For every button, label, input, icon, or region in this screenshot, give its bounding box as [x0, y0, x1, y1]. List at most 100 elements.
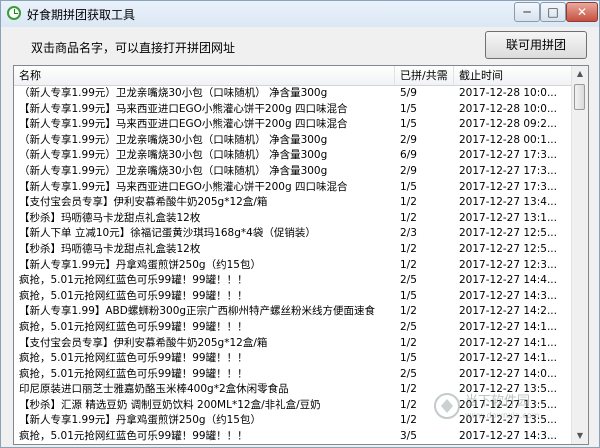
product-name-cell: 【秒杀】玛呖德马卡龙甜点礼盒装12枚	[19, 242, 201, 255]
joined-ratio-cell: 1/2	[400, 336, 417, 349]
deadline-cell: 2017-12-28 00:1...	[459, 133, 557, 146]
scroll-down-arrow-icon[interactable]: ▼	[572, 428, 588, 444]
product-name-cell: （新人专享1.99元）卫龙亲嘴烧30小包（口味随机） 净含量300g	[19, 164, 328, 177]
deadline-cell: 2017-12-27 12:3...	[459, 258, 557, 271]
deadline-cell: 2017-12-27 14:3...	[459, 289, 557, 302]
app-window: 好食期拼团获取工具 ─ □ ✕ 双击商品名字，可以直接打开拼团网址 联可用拼团 …	[0, 0, 600, 448]
deadline-cell: 2017-12-28 10:0...	[459, 87, 557, 99]
group-list[interactable]: 名称 已拼/共需 截止时间 （新人专享1.99元）卫龙亲嘴烧30小包（口味随机）…	[13, 65, 589, 445]
joined-ratio-cell: 1/2	[400, 398, 417, 411]
deadline-cell: 2017-12-27 12:5...	[459, 242, 557, 255]
scroll-up-arrow-icon[interactable]: ▲	[572, 66, 588, 82]
product-name-cell: 【新人专享1.99元】丹拿鸡蛋煎饼250g（约15包）	[19, 414, 261, 427]
joined-ratio-cell: 2/9	[400, 164, 417, 177]
table-row[interactable]: 疯抢，5.01元抢网红蓝色可乐99罐！99罐！！！ 1/5 2017-12-27 1…	[14, 351, 574, 367]
product-name-cell: 疯抢，5.01元抢网红蓝色可乐99罐！99罐！！！	[19, 274, 248, 287]
table-row[interactable]: 疯抢，5.01元抢网红蓝色可乐99罐！99罐！！！ 2/5 2017-12-27 1…	[14, 273, 574, 289]
table-row[interactable]: （新人专享1.99元）卫龙亲嘴烧30小包（口味随机） 净含量300g 6/9 201…	[14, 148, 574, 164]
table-row[interactable]: 【支付宝会员专享】伊利安慕希酸牛奶205g*12盒/箱 1/2 2017-12-27…	[14, 195, 574, 211]
minimize-button[interactable]: ─	[514, 2, 540, 22]
column-header-name[interactable]: 名称	[14, 66, 395, 85]
product-name-cell: （新人专享1.99元）卫龙亲嘴烧30小包（口味随机） 净含量300g	[19, 133, 328, 146]
table-row[interactable]: 疯抢，5.01元抢网红蓝色可乐99罐！99罐！！！ 2/5 2017-12-27 1…	[14, 367, 574, 383]
table-row[interactable]: 【新人专享1.99元】马来西亚进口EGO小熊灌心饼干200g 四口味混合 1/5 2…	[14, 180, 574, 196]
close-button[interactable]: ✕	[566, 2, 598, 22]
table-row[interactable]: （新人专享1.99元）卫龙亲嘴烧30小包（口味随机） 净含量300g 2/9 201…	[14, 164, 574, 180]
joined-ratio-cell: 1/2	[400, 383, 417, 396]
column-header-deadline[interactable]: 截止时间	[454, 66, 574, 85]
joined-ratio-cell: 1/5	[400, 102, 417, 115]
table-row[interactable]: 【秒杀】汇源 精选豆奶 调制豆奶饮料 200ML*12盒/非礼盒/豆奶 1/2 20…	[14, 398, 574, 414]
joined-ratio-cell: 1/2	[400, 211, 417, 224]
deadline-cell: 2017-12-28 09:2...	[459, 118, 557, 131]
table-row[interactable]: 【支付宝会员专享】伊利安慕希酸牛奶205g*12盒/箱 1/2 2017-12-27…	[14, 336, 574, 352]
product-name-cell: 【新人专享1.99元】马来西亚进口EGO小熊灌心饼干200g 四口味混合	[19, 180, 348, 193]
product-name-cell: 印尼原装进口丽芝士雅嘉奶酪玉米棒400g*2盒休闲零食品	[19, 383, 289, 396]
deadline-cell: 2017-12-27 17:3...	[459, 149, 557, 162]
joined-ratio-cell: 1/2	[400, 196, 417, 209]
product-name-cell: 【秒杀】汇源 精选豆奶 调制豆奶饮料 200ML*12盒/非礼盒/豆奶	[19, 398, 321, 411]
copy-available-button[interactable]: 联可用拼团	[485, 31, 587, 59]
table-row[interactable]: 【新人专享1.99元】马来西亚进口EGO小熊灌心饼干200g 四口味混合 1/5 2…	[14, 117, 574, 133]
table-row[interactable]: 疯抢，5.01元抢网红蓝色可乐99罐！99罐！！！ 1/5 2017-12-27 1…	[14, 289, 574, 305]
title-bar[interactable]: 好食期拼团获取工具 ─ □ ✕	[1, 1, 599, 27]
product-name-cell: 【新人专享1.99元】马来西亚进口EGO小熊灌心饼干200g 四口味混合	[19, 118, 348, 131]
table-row[interactable]: 【秒杀】玛呖德马卡龙甜点礼盒装12枚 1/2 2017-12-27 12:5...	[14, 242, 574, 258]
table-row[interactable]: 【新人专享1.99元】丹拿鸡蛋煎饼250g（约15包） 1/2 2017-12-27…	[14, 258, 574, 274]
product-name-cell: 疯抢，5.01元抢网红蓝色可乐99罐！99罐！！！	[19, 352, 248, 365]
joined-ratio-cell: 1/2	[400, 305, 417, 318]
vertical-scrollbar[interactable]: ▲ ▼	[571, 66, 588, 444]
column-header-ratio[interactable]: 已拼/共需	[395, 66, 454, 85]
list-rows: （新人专享1.99元）卫龙亲嘴烧30小包（口味随机） 净含量300g 5/9 201…	[14, 86, 574, 444]
deadline-cell: 2017-12-27 14:1...	[459, 336, 557, 349]
table-row[interactable]: 【秒杀】玛呖德马卡龙甜点礼盒装12枚 1/2 2017-12-27 13:1...	[14, 211, 574, 227]
joined-ratio-cell: 1/5	[400, 289, 417, 302]
clock-app-icon	[7, 6, 21, 20]
joined-ratio-cell: 3/5	[400, 430, 417, 443]
deadline-cell: 2017-12-27 13:4...	[459, 196, 557, 209]
product-name-cell: （新人专享1.99元）卫龙亲嘴烧30小包（口味随机） 净含量300g	[19, 87, 328, 99]
table-row[interactable]: （新人专享1.99元）卫龙亲嘴烧30小包（口味随机） 净含量300g 2/9 201…	[14, 133, 574, 149]
joined-ratio-cell: 2/5	[400, 367, 417, 380]
table-row[interactable]: 疯抢，5.01元抢网红蓝色可乐99罐！99罐！！！ 2/5 2017-12-27 1…	[14, 320, 574, 336]
product-name-cell: 【新人专享1.99元】丹拿鸡蛋煎饼250g（约15包）	[19, 258, 261, 271]
joined-ratio-cell: 1/2	[400, 258, 417, 271]
table-row[interactable]: （新人专享1.99元）卫龙亲嘴烧30小包（口味随机） 净含量300g 5/9 201…	[14, 86, 574, 102]
joined-ratio-cell: 1/5	[400, 180, 417, 193]
product-name-cell: 【秒杀】玛呖德马卡龙甜点礼盒装12枚	[19, 211, 201, 224]
deadline-cell: 2017-12-27 14:1...	[459, 320, 557, 333]
maximize-button[interactable]: □	[540, 2, 566, 22]
deadline-cell: 2017-12-27 14:4...	[459, 274, 557, 287]
joined-ratio-cell: 2/9	[400, 133, 417, 146]
table-row[interactable]: 【新人专享1.99】ABD螺蛳粉300g正宗广西柳州特产螺丝粉米线方便面速食 1/…	[14, 304, 574, 320]
table-row[interactable]: 【新人下单 立减10元】徐福记蛋黄沙琪玛168g*4袋（促销装） 2/3 2017-…	[14, 226, 574, 242]
deadline-cell: 2017-12-27 13:5...	[459, 398, 557, 411]
joined-ratio-cell: 1/5	[400, 118, 417, 131]
joined-ratio-cell: 2/3	[400, 227, 417, 240]
deadline-cell: 2017-12-27 17:3...	[459, 180, 557, 193]
product-name-cell: （新人专享1.99元）卫龙亲嘴烧30小包（口味随机） 净含量300g	[19, 149, 328, 162]
deadline-cell: 2017-12-27 14:0...	[459, 367, 557, 380]
table-row[interactable]: 【新人专享1.99元】马来西亚进口EGO小熊灌心饼干200g 四口味混合 1/5 2…	[14, 102, 574, 118]
joined-ratio-cell: 2/5	[400, 320, 417, 333]
list-header: 名称 已拼/共需 截止时间	[14, 66, 574, 86]
deadline-cell: 2017-12-27 13:5...	[459, 383, 557, 396]
deadline-cell: 2017-12-27 17:3...	[459, 164, 557, 177]
deadline-cell: 2017-12-27 12:5...	[459, 227, 557, 240]
product-name-cell: 【新人下单 立减10元】徐福记蛋黄沙琪玛168g*4袋（促销装）	[19, 227, 316, 240]
product-name-cell: 疯抢，5.01元抢网红蓝色可乐99罐！99罐！！！	[19, 289, 248, 302]
table-row[interactable]: 【新人专享1.99元】丹拿鸡蛋煎饼250g（约15包） 1/2 2017-12-27…	[14, 413, 574, 429]
table-row[interactable]: 印尼原装进口丽芝士雅嘉奶酪玉米棒400g*2盒休闲零食品 1/2 2017-12-2…	[14, 382, 574, 398]
product-name-cell: 【新人专享1.99】ABD螺蛳粉300g正宗广西柳州特产螺丝粉米线方便面速食	[19, 305, 376, 318]
deadline-cell: 2017-12-27 13:5...	[459, 414, 557, 427]
deadline-cell: 2017-12-27 13:1...	[459, 211, 557, 224]
deadline-cell: 2017-12-27 14:3...	[459, 430, 557, 443]
scroll-thumb[interactable]	[574, 84, 585, 110]
joined-ratio-cell: 1/2	[400, 414, 417, 427]
table-row[interactable]: 疯抢，5.01元抢网红蓝色可乐99罐！99罐！！！ 3/5 2017-12-27 1…	[14, 429, 574, 444]
joined-ratio-cell: 6/9	[400, 149, 417, 162]
joined-ratio-cell: 2/5	[400, 274, 417, 287]
product-name-cell: 疯抢，5.01元抢网红蓝色可乐99罐！99罐！！！	[19, 367, 248, 380]
joined-ratio-cell: 1/2	[400, 242, 417, 255]
window-title: 好食期拼团获取工具	[27, 8, 136, 22]
